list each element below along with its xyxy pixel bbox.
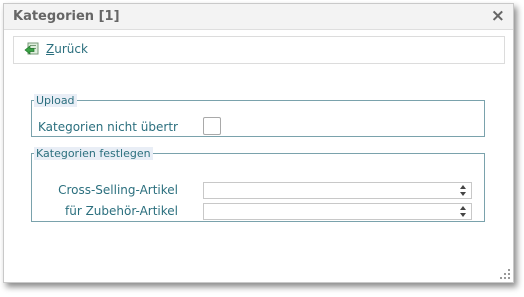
dialog-content: Zurück Upload Kategorien nicht übertrage… xyxy=(4,30,513,282)
dialog-title: Kategorien [1] xyxy=(13,9,120,24)
upload-fieldset: Upload Kategorien nicht übertragen xyxy=(31,94,485,137)
back-hotkey: Z xyxy=(46,42,55,56)
back-button-label: Zurück xyxy=(46,42,88,56)
back-button[interactable]: Zurück xyxy=(24,41,88,57)
kategorien-dialog: Kategorien [1] × Zurück Upload Kategorie… xyxy=(3,3,514,283)
updown-arrows-icon xyxy=(460,185,466,196)
accessory-select[interactable] xyxy=(203,203,472,220)
updown-arrows-icon xyxy=(460,206,466,217)
back-label-rest: urück xyxy=(54,42,88,56)
dialog-titlebar[interactable]: Kategorien [1] × xyxy=(4,4,513,30)
upload-label: Kategorien nicht übertragen xyxy=(38,120,178,134)
accessory-label: für Zubehör-Artikel xyxy=(64,204,178,218)
toolbar: Zurück xyxy=(13,36,505,64)
close-icon[interactable]: × xyxy=(491,6,505,26)
resize-grip-icon[interactable] xyxy=(500,269,510,279)
categories-fieldset: Kategorien festlegen Cross-Selling-Artik… xyxy=(31,147,485,222)
cross-selling-label: Cross-Selling-Artikel xyxy=(58,183,178,197)
categories-legend: Kategorien festlegen xyxy=(34,147,153,160)
upload-legend: Upload xyxy=(34,94,77,107)
cross-selling-select[interactable] xyxy=(203,182,472,199)
back-arrow-icon xyxy=(24,42,39,55)
no-transfer-checkbox[interactable] xyxy=(203,117,221,135)
